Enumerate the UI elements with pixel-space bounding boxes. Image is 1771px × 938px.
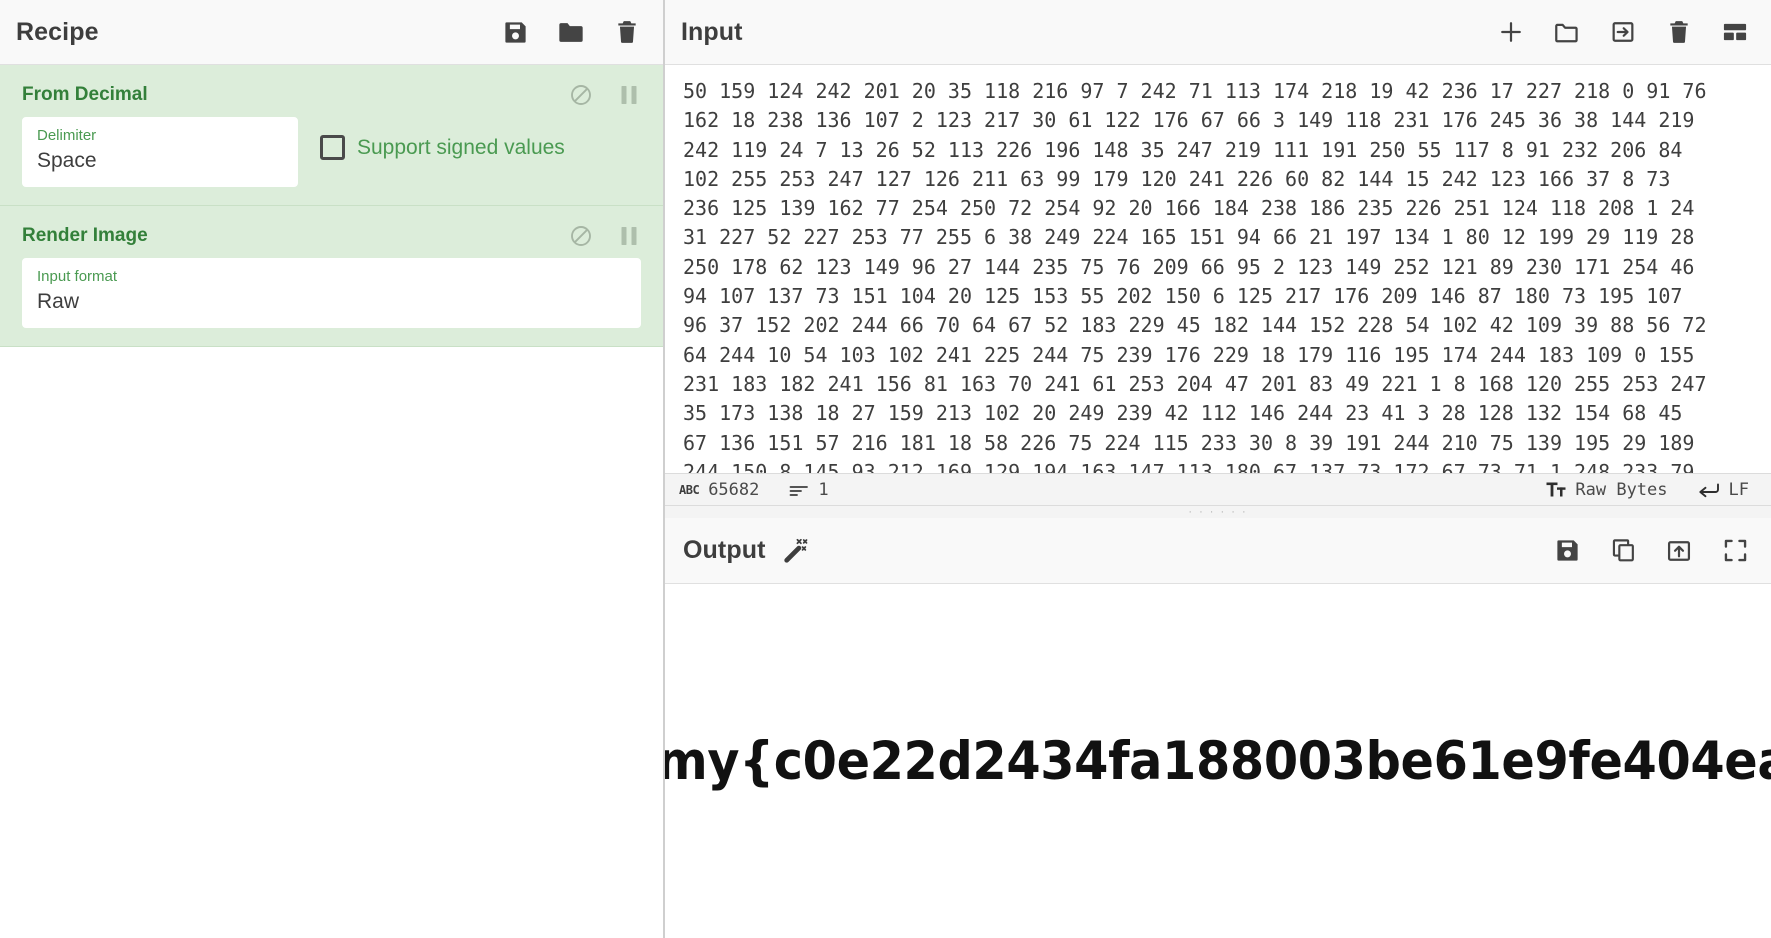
lines-icon [789,483,809,497]
magic-wand-icon[interactable] [782,537,810,565]
clear-io-icon[interactable] [1665,18,1693,46]
delimiter-label: Delimiter [37,127,97,144]
operation-arguments: Delimiter Space Support signed values [0,117,663,187]
output-header-controls [1553,537,1749,565]
save-recipe-icon[interactable] [501,18,529,46]
input-line: 242 119 24 7 13 26 52 113 226 196 148 35… [683,137,1683,162]
delimiter-value: Space [37,148,97,172]
save-output-icon[interactable] [1553,537,1581,565]
load-recipe-icon[interactable] [557,18,585,46]
return-icon [1698,482,1720,498]
abc-length-icon: ABC [679,482,700,497]
io-splitter[interactable]: · · · · · · [665,506,1771,518]
clear-recipe-icon[interactable] [613,18,641,46]
font-size-icon [1546,481,1566,498]
checkbox-box[interactable] [320,135,345,160]
output-text: wgmy{c0e22d2434fa188003be61e9fe404ea6} [665,730,1771,792]
input-textarea[interactable]: 50 159 124 242 201 20 35 118 216 97 7 24… [665,65,1771,473]
recipe-operation-from-decimal[interactable]: From Decimal Delimiter Space Support sig… [0,65,663,206]
support-signed-values-label: Support signed values [357,135,565,159]
input-format-select[interactable]: Input format Raw [22,258,641,328]
recipe-header: Recipe [0,0,663,65]
input-line: 50 159 124 242 201 20 35 118 216 97 7 24… [683,79,1707,103]
character-encoding-value: Raw Bytes [1575,479,1668,500]
input-header-controls [1497,18,1749,46]
character-encoding-group[interactable]: Raw Bytes [1546,479,1668,500]
support-signed-values-checkbox[interactable]: Support signed values [320,117,565,160]
input-line: 244 150 8 145 93 212 169 129 194 163 147… [683,459,1695,473]
line-ending-value: LF [1728,479,1749,500]
input-section: Input 50 159 124 242 201 20 35 118 216 9… [665,0,1771,518]
input-title: Input [681,17,743,46]
recipe-pane: Recipe From Decimal Delimiter Space Supp… [0,0,665,938]
output-section: Output my{c0e22d2434fa188003be61e9fe404e [665,518,1771,938]
delimiter-select[interactable]: Delimiter Space [22,117,298,187]
input-line: 64 244 10 54 103 102 241 225 244 75 239 … [683,342,1695,367]
copy-output-icon[interactable] [1609,537,1637,565]
input-line: 96 37 152 202 244 66 70 64 67 52 183 229… [683,313,1707,338]
input-line: 35 173 138 18 27 159 213 102 20 249 239 … [683,401,1683,426]
add-input-tab-icon[interactable] [1497,18,1525,46]
input-format-value: Raw [37,289,80,313]
operation-name: Render Image [22,225,148,246]
reset-pane-layout-icon[interactable] [1721,18,1749,46]
input-header: Input [665,0,1771,65]
input-line: 162 18 238 136 107 2 123 217 30 61 122 1… [683,108,1695,133]
operation-name: From Decimal [22,84,148,105]
input-line: 250 178 62 123 149 96 27 144 235 75 76 2… [683,254,1695,279]
breakpoint-pause-icon[interactable] [617,83,641,107]
input-lines-group[interactable]: 1 [789,479,829,500]
input-line: 94 107 137 73 151 104 20 125 153 55 202 … [683,284,1683,309]
operation-title-row: Render Image [0,206,663,258]
recipe-header-controls [501,18,641,46]
input-line: 236 125 139 162 77 254 250 72 254 92 20 … [683,196,1695,221]
input-status-right: Raw Bytes LF [1546,480,1749,500]
open-folder-as-input-icon[interactable] [1553,18,1581,46]
input-line: 31 227 52 227 253 77 255 6 38 249 224 16… [683,225,1695,250]
input-format-label: Input format [37,268,118,285]
recipe-pane-resize-handle[interactable] [660,0,666,938]
input-line: 102 255 253 247 127 126 211 63 99 179 12… [683,166,1671,191]
recipe-operation-list: From Decimal Delimiter Space Support sig… [0,65,663,347]
open-file-as-input-icon[interactable] [1609,18,1637,46]
operation-controls [569,224,641,248]
input-line: 67 136 151 57 216 181 18 58 226 75 224 1… [683,430,1695,455]
input-lines-value: 1 [818,479,829,500]
maximise-output-icon[interactable] [1721,537,1749,565]
output-title: Output [683,536,766,564]
disable-operation-icon[interactable] [569,83,593,107]
operation-controls [569,83,641,107]
recipe-empty-area[interactable] [0,347,663,938]
disable-operation-icon[interactable] [569,224,593,248]
output-body[interactable]: wgmy{c0e22d2434fa188003be61e9fe404ea6} [665,584,1771,938]
input-line: 231 183 182 241 156 81 163 70 241 61 253… [683,371,1707,396]
input-length-value: 65682 [708,479,760,500]
operation-title-row: From Decimal [0,65,663,117]
input-status-bar: ABC 65682 1 Raw Bytes LF [665,473,1771,506]
splitter-grip: · · · · · · [1188,506,1248,518]
line-ending-group[interactable]: LF [1698,480,1749,500]
recipe-operation-render-image[interactable]: Render Image Input format Raw [0,206,663,347]
recipe-title: Recipe [16,17,99,46]
io-pane: Input 50 159 124 242 201 20 35 118 216 9… [665,0,1771,938]
operation-arguments: Input format Raw [0,258,663,328]
output-header: Output [665,518,1771,584]
cyberchef-app: Recipe From Decimal Delimiter Space Supp… [0,0,1771,938]
replace-input-icon[interactable] [1665,537,1693,565]
breakpoint-pause-icon[interactable] [617,224,641,248]
input-length-group[interactable]: ABC 65682 [679,480,759,500]
output-title-wrap: Output [683,536,810,565]
